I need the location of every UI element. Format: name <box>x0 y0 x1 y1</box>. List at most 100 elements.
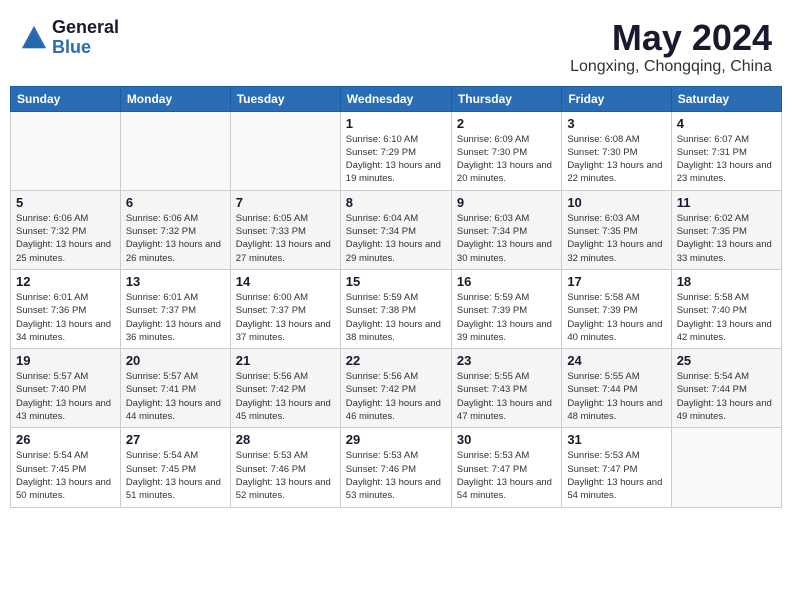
day-number: 9 <box>457 195 556 210</box>
calendar-week-row: 19 Sunrise: 5:57 AM Sunset: 7:40 PM Dayli… <box>11 349 782 428</box>
calendar-week-row: 12 Sunrise: 6:01 AM Sunset: 7:36 PM Dayli… <box>11 269 782 348</box>
logo-icon <box>20 24 48 52</box>
calendar-week-row: 5 Sunrise: 6:06 AM Sunset: 7:32 PM Daylig… <box>11 190 782 269</box>
calendar-day-cell: 14 Sunrise: 6:00 AM Sunset: 7:37 PM Dayli… <box>230 269 340 348</box>
day-info: Sunrise: 5:54 AM Sunset: 7:44 PM Dayligh… <box>677 370 776 423</box>
day-info: Sunrise: 5:57 AM Sunset: 7:41 PM Dayligh… <box>126 370 225 423</box>
day-number: 2 <box>457 116 556 131</box>
day-info: Sunrise: 6:03 AM Sunset: 7:35 PM Dayligh… <box>567 212 665 265</box>
calendar-day-cell: 15 Sunrise: 5:59 AM Sunset: 7:38 PM Dayli… <box>340 269 451 348</box>
calendar-day-cell: 17Sunrise: 5:58 AM Sunset: 7:39 PM Dayli… <box>562 269 671 348</box>
day-number: 17 <box>567 274 665 289</box>
day-info: Sunrise: 5:56 AM Sunset: 7:42 PM Dayligh… <box>346 370 446 423</box>
month-year-title: May 2024 <box>570 18 772 58</box>
day-of-week-header: Tuesday <box>230 86 340 111</box>
day-number: 5 <box>16 195 115 210</box>
calendar-day-cell: 6 Sunrise: 6:06 AM Sunset: 7:32 PM Daylig… <box>120 190 230 269</box>
day-info: Sunrise: 5:58 AM Sunset: 7:40 PM Dayligh… <box>677 291 776 344</box>
calendar-day-cell: 20 Sunrise: 5:57 AM Sunset: 7:41 PM Dayli… <box>120 349 230 428</box>
day-info: Sunrise: 5:59 AM Sunset: 7:38 PM Dayligh… <box>346 291 446 344</box>
day-of-week-header: Friday <box>562 86 671 111</box>
day-info: Sunrise: 6:01 AM Sunset: 7:36 PM Dayligh… <box>16 291 115 344</box>
day-info: Sunrise: 6:05 AM Sunset: 7:33 PM Dayligh… <box>236 212 335 265</box>
day-number: 23 <box>457 353 556 368</box>
day-number: 28 <box>236 432 335 447</box>
calendar-day-cell: 10 Sunrise: 6:03 AM Sunset: 7:35 PM Dayli… <box>562 190 671 269</box>
calendar-day-cell: 26Sunrise: 5:54 AM Sunset: 7:45 PM Dayli… <box>11 428 121 507</box>
calendar-day-cell <box>671 428 781 507</box>
day-number: 10 <box>567 195 665 210</box>
day-info: Sunrise: 6:06 AM Sunset: 7:32 PM Dayligh… <box>126 212 225 265</box>
day-info: Sunrise: 6:02 AM Sunset: 7:35 PM Dayligh… <box>677 212 776 265</box>
calendar-day-cell: 13 Sunrise: 6:01 AM Sunset: 7:37 PM Dayli… <box>120 269 230 348</box>
day-number: 14 <box>236 274 335 289</box>
logo: General Blue <box>20 18 119 58</box>
day-number: 8 <box>346 195 446 210</box>
calendar-day-cell <box>230 111 340 190</box>
day-info: Sunrise: 5:56 AM Sunset: 7:42 PM Dayligh… <box>236 370 335 423</box>
calendar-day-cell: 2Sunrise: 6:09 AM Sunset: 7:30 PM Daylig… <box>451 111 561 190</box>
logo-general-text: General <box>52 18 119 38</box>
day-info: Sunrise: 5:53 AM Sunset: 7:46 PM Dayligh… <box>346 449 446 502</box>
location-text: Longxing, Chongqing, China <box>570 58 772 76</box>
day-number: 7 <box>236 195 335 210</box>
day-info: Sunrise: 5:55 AM Sunset: 7:43 PM Dayligh… <box>457 370 556 423</box>
day-number: 30 <box>457 432 556 447</box>
calendar-day-cell: 24Sunrise: 5:55 AM Sunset: 7:44 PM Dayli… <box>562 349 671 428</box>
calendar-day-cell: 25 Sunrise: 5:54 AM Sunset: 7:44 PM Dayli… <box>671 349 781 428</box>
day-number: 12 <box>16 274 115 289</box>
day-info: Sunrise: 6:01 AM Sunset: 7:37 PM Dayligh… <box>126 291 225 344</box>
day-of-week-header: Sunday <box>11 86 121 111</box>
calendar-day-cell: 23 Sunrise: 5:55 AM Sunset: 7:43 PM Dayli… <box>451 349 561 428</box>
day-number: 22 <box>346 353 446 368</box>
day-number: 27 <box>126 432 225 447</box>
day-number: 29 <box>346 432 446 447</box>
day-number: 20 <box>126 353 225 368</box>
calendar-day-cell: 7 Sunrise: 6:05 AM Sunset: 7:33 PM Daylig… <box>230 190 340 269</box>
day-number: 6 <box>126 195 225 210</box>
day-info: Sunrise: 5:57 AM Sunset: 7:40 PM Dayligh… <box>16 370 115 423</box>
day-info: Sunrise: 6:03 AM Sunset: 7:34 PM Dayligh… <box>457 212 556 265</box>
calendar-day-cell: 28 Sunrise: 5:53 AM Sunset: 7:46 PM Dayli… <box>230 428 340 507</box>
title-block: May 2024 Longxing, Chongqing, China <box>570 18 772 76</box>
day-of-week-header: Monday <box>120 86 230 111</box>
calendar-table: SundayMondayTuesdayWednesdayThursdayFrid… <box>10 86 782 508</box>
day-of-week-header: Thursday <box>451 86 561 111</box>
day-number: 25 <box>677 353 776 368</box>
calendar-day-cell: 12 Sunrise: 6:01 AM Sunset: 7:36 PM Dayli… <box>11 269 121 348</box>
day-info: Sunrise: 5:54 AM Sunset: 7:45 PM Dayligh… <box>16 449 115 502</box>
calendar-body: 1Sunrise: 6:10 AM Sunset: 7:29 PM Daylig… <box>11 111 782 507</box>
calendar-day-cell: 29 Sunrise: 5:53 AM Sunset: 7:46 PM Dayli… <box>340 428 451 507</box>
day-info: Sunrise: 6:04 AM Sunset: 7:34 PM Dayligh… <box>346 212 446 265</box>
day-number: 15 <box>346 274 446 289</box>
logo-blue-text: Blue <box>52 38 119 58</box>
day-number: 16 <box>457 274 556 289</box>
calendar-day-cell: 1Sunrise: 6:10 AM Sunset: 7:29 PM Daylig… <box>340 111 451 190</box>
calendar-day-cell: 4Sunrise: 6:07 AM Sunset: 7:31 PM Daylig… <box>671 111 781 190</box>
calendar-day-cell: 27Sunrise: 5:54 AM Sunset: 7:45 PM Dayli… <box>120 428 230 507</box>
calendar-day-cell <box>120 111 230 190</box>
day-of-week-header: Wednesday <box>340 86 451 111</box>
calendar-day-cell <box>11 111 121 190</box>
day-number: 13 <box>126 274 225 289</box>
day-info: Sunrise: 5:53 AM Sunset: 7:47 PM Dayligh… <box>567 449 665 502</box>
calendar-day-cell: 18 Sunrise: 5:58 AM Sunset: 7:40 PM Dayli… <box>671 269 781 348</box>
day-number: 24 <box>567 353 665 368</box>
calendar-day-cell: 8 Sunrise: 6:04 AM Sunset: 7:34 PM Daylig… <box>340 190 451 269</box>
day-info: Sunrise: 5:59 AM Sunset: 7:39 PM Dayligh… <box>457 291 556 344</box>
day-number: 18 <box>677 274 776 289</box>
calendar-day-cell: 31 Sunrise: 5:53 AM Sunset: 7:47 PM Dayli… <box>562 428 671 507</box>
day-of-week-header: Saturday <box>671 86 781 111</box>
calendar-week-row: 26Sunrise: 5:54 AM Sunset: 7:45 PM Dayli… <box>11 428 782 507</box>
calendar-day-cell: 22 Sunrise: 5:56 AM Sunset: 7:42 PM Dayli… <box>340 349 451 428</box>
day-number: 21 <box>236 353 335 368</box>
day-info: Sunrise: 5:53 AM Sunset: 7:46 PM Dayligh… <box>236 449 335 502</box>
day-info: Sunrise: 6:00 AM Sunset: 7:37 PM Dayligh… <box>236 291 335 344</box>
day-number: 19 <box>16 353 115 368</box>
page-header: General Blue May 2024 Longxing, Chongqin… <box>10 10 782 80</box>
day-number: 4 <box>677 116 776 131</box>
day-number: 1 <box>346 116 446 131</box>
day-info: Sunrise: 6:06 AM Sunset: 7:32 PM Dayligh… <box>16 212 115 265</box>
calendar-day-cell: 11Sunrise: 6:02 AM Sunset: 7:35 PM Dayli… <box>671 190 781 269</box>
day-number: 31 <box>567 432 665 447</box>
